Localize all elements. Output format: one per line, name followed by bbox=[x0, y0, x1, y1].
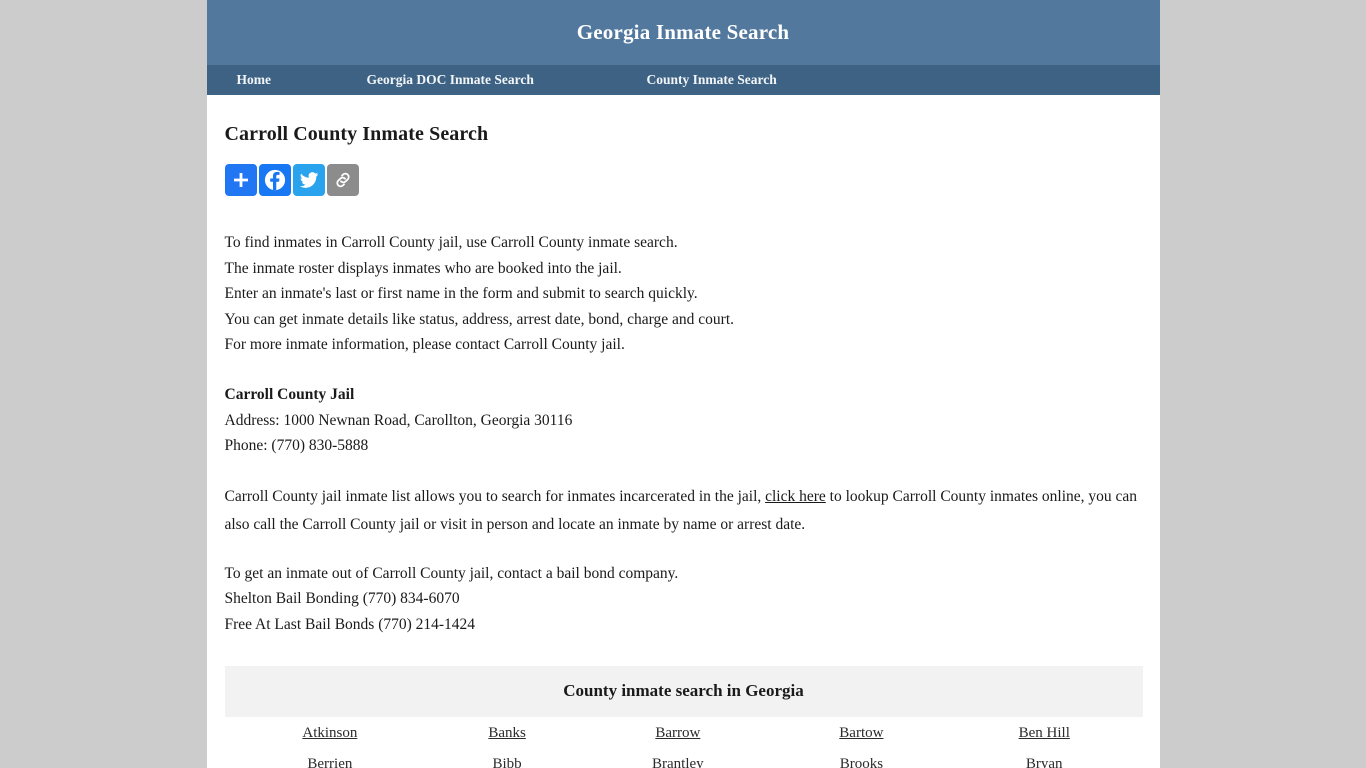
share-button-copy-link[interactable] bbox=[326, 164, 359, 196]
county-cell: Brooks bbox=[777, 748, 946, 768]
county-link-brantley[interactable]: Brantley bbox=[652, 756, 704, 768]
nav-item-county-inmate-search[interactable]: County Inmate Search bbox=[647, 72, 777, 88]
county-link-atkinson[interactable]: Atkinson bbox=[302, 725, 357, 741]
intro-line: For more inmate information, please cont… bbox=[224, 336, 625, 354]
county-cell: Brantley bbox=[579, 748, 777, 768]
county-link-barrow[interactable]: Barrow bbox=[655, 725, 700, 741]
county-cell: Bryan bbox=[946, 748, 1143, 768]
intro-line: You can get inmate details like status, … bbox=[224, 310, 735, 328]
page-title: Carroll County Inmate Search bbox=[224, 123, 489, 145]
plus-icon bbox=[231, 170, 251, 190]
county-cell: Bibb bbox=[435, 748, 579, 768]
nav-item-georgia-doc-inmate-search[interactable]: Georgia DOC Inmate Search bbox=[367, 72, 647, 88]
site-title: Georgia Inmate Search bbox=[576, 20, 790, 44]
county-cell: Banks bbox=[435, 717, 579, 748]
table-row: Atkinson Banks Barrow Bartow Ben Hill bbox=[225, 717, 1143, 748]
bail-company: Shelton Bail Bonding (770) 834-6070 bbox=[224, 590, 460, 608]
county-link-berrien[interactable]: Berrien bbox=[307, 756, 352, 768]
intro-line: Enter an inmate's last or first name in … bbox=[224, 285, 698, 303]
county-link-banks[interactable]: Banks bbox=[488, 725, 526, 741]
sidebar-item-home[interactable]: Home bbox=[237, 72, 367, 88]
inmate-list-paragraph: Carroll County jail inmate list allows y… bbox=[225, 483, 1142, 539]
county-link-brooks[interactable]: Brooks bbox=[840, 756, 883, 768]
county-cell: Bartow bbox=[777, 717, 946, 748]
county-cell: Ben Hill bbox=[946, 717, 1143, 748]
county-link-bibb[interactable]: Bibb bbox=[492, 756, 521, 768]
intro-text-block: To find inmates in Carroll County jail, … bbox=[225, 230, 1142, 358]
county-cell: Barrow bbox=[579, 717, 777, 748]
county-link-bartow[interactable]: Bartow bbox=[839, 725, 883, 741]
main-content: Carroll County Inmate Search To find inm… bbox=[207, 123, 1160, 768]
table-row: Berrien Bibb Brantley Brooks Bryan bbox=[225, 748, 1143, 768]
site-header: Georgia Inmate Search bbox=[206, 0, 1160, 65]
bail-company: Free At Last Bail Bonds (770) 214-1424 bbox=[224, 615, 476, 633]
county-cell: Atkinson bbox=[225, 717, 436, 748]
share-button-facebook[interactable] bbox=[258, 164, 291, 196]
jail-address: Address: 1000 Newnan Road, Carollton, Ge… bbox=[224, 411, 573, 429]
bail-intro: To get an inmate out of Carroll County j… bbox=[224, 564, 679, 582]
intro-line: To find inmates in Carroll County jail, … bbox=[224, 234, 678, 251]
share-buttons bbox=[224, 164, 1142, 196]
paragraph-text-before-link: Carroll County jail inmate list allows y… bbox=[224, 487, 766, 505]
click-here-link[interactable]: click here bbox=[765, 488, 826, 505]
jail-name: Carroll County Jail bbox=[224, 385, 355, 403]
twitter-icon bbox=[299, 170, 319, 190]
facebook-icon bbox=[264, 169, 286, 191]
table-header-row: County inmate search in Georgia bbox=[224, 665, 1143, 717]
page-container: Georgia Inmate Search Home Georgia DOC I… bbox=[206, 0, 1160, 768]
link-icon bbox=[333, 170, 353, 190]
main-navigation: Home Georgia DOC Inmate Search County In… bbox=[206, 65, 1160, 95]
county-link-ben-hill[interactable]: Ben Hill bbox=[1019, 725, 1070, 741]
county-cell: Berrien bbox=[225, 748, 436, 768]
county-search-table: County inmate search in Georgia Atkinson… bbox=[224, 665, 1143, 768]
county-link-bryan[interactable]: Bryan bbox=[1026, 756, 1063, 768]
intro-line: The inmate roster displays inmates who a… bbox=[224, 259, 622, 277]
county-table-caption: County inmate search in Georgia bbox=[224, 665, 1143, 717]
share-button-addtoany[interactable] bbox=[224, 164, 257, 196]
jail-info-block: Carroll County Jail Address: 1000 Newnan… bbox=[225, 382, 1142, 459]
jail-phone: Phone: (770) 830-5888 bbox=[224, 437, 369, 455]
bail-bond-block: To get an inmate out of Carroll County j… bbox=[225, 561, 1142, 638]
share-button-twitter[interactable] bbox=[292, 164, 325, 196]
